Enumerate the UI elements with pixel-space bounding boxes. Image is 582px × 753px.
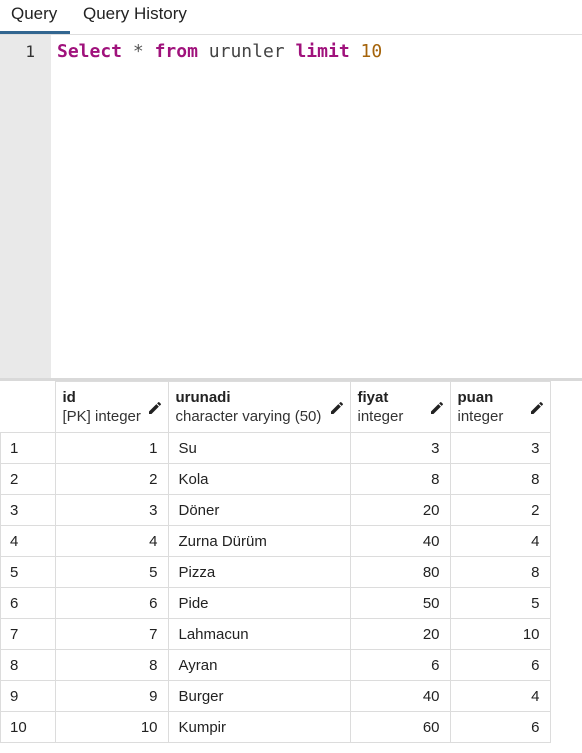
pencil-icon[interactable] — [329, 400, 345, 416]
tab-query-history[interactable]: Query History — [83, 0, 187, 34]
table-row[interactable]: 6 6 Pide 50 5 — [0, 587, 551, 619]
table-row[interactable]: 7 7 Lahmacun 20 10 — [0, 618, 551, 650]
star-operator: * — [132, 41, 144, 62]
cell-urunadi[interactable]: Kola — [167, 463, 351, 495]
table-row[interactable]: 2 2 Kola 8 8 — [0, 463, 551, 495]
line-number-gutter: 1 — [0, 35, 51, 378]
cell-fiyat[interactable]: 8 — [349, 463, 451, 495]
limit-value: 10 — [360, 41, 383, 62]
column-header-puan[interactable]: puan integer — [449, 381, 551, 433]
cell-urunadi[interactable]: Pide — [167, 587, 351, 619]
cell-urunadi[interactable]: Pizza — [167, 556, 351, 588]
column-type: character varying (50) — [175, 408, 322, 425]
table-row[interactable]: 10 10 Kumpir 60 6 — [0, 711, 551, 743]
cell-fiyat[interactable]: 40 — [349, 525, 451, 557]
column-header-urunadi[interactable]: urunadi character varying (50) — [167, 381, 351, 433]
tab-query[interactable]: Query — [0, 0, 70, 34]
cell-id[interactable]: 2 — [54, 463, 169, 495]
row-number[interactable]: 3 — [0, 494, 56, 526]
cell-fiyat[interactable]: 50 — [349, 587, 451, 619]
pencil-icon[interactable] — [529, 400, 545, 416]
header-row: id [PK] integer urunadi character varyin… — [0, 381, 551, 433]
row-number[interactable]: 4 — [0, 525, 56, 557]
cell-id[interactable]: 5 — [54, 556, 169, 588]
pencil-icon[interactable] — [429, 400, 445, 416]
cell-puan[interactable]: 4 — [449, 525, 551, 557]
table-row[interactable]: 1 1 Su 3 3 — [0, 432, 551, 464]
cell-urunadi[interactable]: Lahmacun — [167, 618, 351, 650]
sql-query-text[interactable]: Select * from urunler limit 10 — [57, 41, 382, 62]
cell-id[interactable]: 6 — [54, 587, 169, 619]
cell-urunadi[interactable]: Su — [167, 432, 351, 464]
cell-id[interactable]: 1 — [54, 432, 169, 464]
cell-fiyat[interactable]: 3 — [349, 432, 451, 464]
row-number[interactable]: 8 — [0, 649, 56, 681]
keyword-limit: limit — [295, 41, 350, 62]
results-body: 1 1 Su 3 3 2 2 Kola 8 8 3 3 Döner 20 2 4 4 Zurna Dürüm… — [0, 432, 551, 743]
cell-urunadi[interactable]: Ayran — [167, 649, 351, 681]
results-table: id [PK] integer urunadi character varyin… — [0, 381, 551, 743]
keyword-select: Select — [57, 41, 123, 62]
row-number-header — [0, 381, 56, 433]
row-number[interactable]: 10 — [0, 711, 56, 743]
tab-bar: Query Query History — [0, 0, 582, 35]
cell-puan[interactable]: 2 — [449, 494, 551, 526]
cell-fiyat[interactable]: 60 — [349, 711, 451, 743]
sql-editor[interactable]: 1 Select * from urunler limit 10 — [0, 35, 582, 378]
cell-fiyat[interactable]: 6 — [349, 649, 451, 681]
table-row[interactable]: 4 4 Zurna Dürüm 40 4 — [0, 525, 551, 557]
table-row[interactable]: 9 9 Burger 40 4 — [0, 680, 551, 712]
row-number[interactable]: 6 — [0, 587, 56, 619]
table-row[interactable]: 3 3 Döner 20 2 — [0, 494, 551, 526]
row-number[interactable]: 5 — [0, 556, 56, 588]
row-number[interactable]: 1 — [0, 432, 56, 464]
cell-puan[interactable]: 8 — [449, 556, 551, 588]
cell-fiyat[interactable]: 80 — [349, 556, 451, 588]
cell-puan[interactable]: 5 — [449, 587, 551, 619]
row-number[interactable]: 9 — [0, 680, 56, 712]
cell-puan[interactable]: 3 — [449, 432, 551, 464]
cell-id[interactable]: 3 — [54, 494, 169, 526]
pencil-icon[interactable] — [147, 400, 163, 416]
cell-puan[interactable]: 8 — [449, 463, 551, 495]
cell-fiyat[interactable]: 40 — [349, 680, 451, 712]
cell-puan[interactable]: 10 — [449, 618, 551, 650]
column-name: urunadi — [175, 389, 231, 406]
cell-id[interactable]: 10 — [54, 711, 169, 743]
results-grid: id [PK] integer urunadi character varyin… — [0, 381, 582, 753]
table-row[interactable]: 8 8 Ayran 6 6 — [0, 649, 551, 681]
row-number[interactable]: 2 — [0, 463, 56, 495]
cell-id[interactable]: 7 — [54, 618, 169, 650]
cell-id[interactable]: 9 — [54, 680, 169, 712]
table-row[interactable]: 5 5 Pizza 80 8 — [0, 556, 551, 588]
cell-fiyat[interactable]: 20 — [349, 618, 451, 650]
cell-urunadi[interactable]: Burger — [167, 680, 351, 712]
cell-id[interactable]: 4 — [54, 525, 169, 557]
cell-fiyat[interactable]: 20 — [349, 494, 451, 526]
line-number: 1 — [25, 42, 35, 61]
column-header-fiyat[interactable]: fiyat integer — [349, 381, 451, 433]
keyword-from: from — [154, 41, 198, 62]
column-header-id[interactable]: id [PK] integer — [54, 381, 169, 433]
cell-urunadi[interactable]: Kumpir — [167, 711, 351, 743]
cell-urunadi[interactable]: Zurna Dürüm — [167, 525, 351, 557]
cell-puan[interactable]: 6 — [449, 649, 551, 681]
cell-puan[interactable]: 4 — [449, 680, 551, 712]
cell-id[interactable]: 8 — [54, 649, 169, 681]
cell-puan[interactable]: 6 — [449, 711, 551, 743]
table-identifier: urunler — [208, 41, 285, 62]
row-number[interactable]: 7 — [0, 618, 56, 650]
cell-urunadi[interactable]: Döner — [167, 494, 351, 526]
